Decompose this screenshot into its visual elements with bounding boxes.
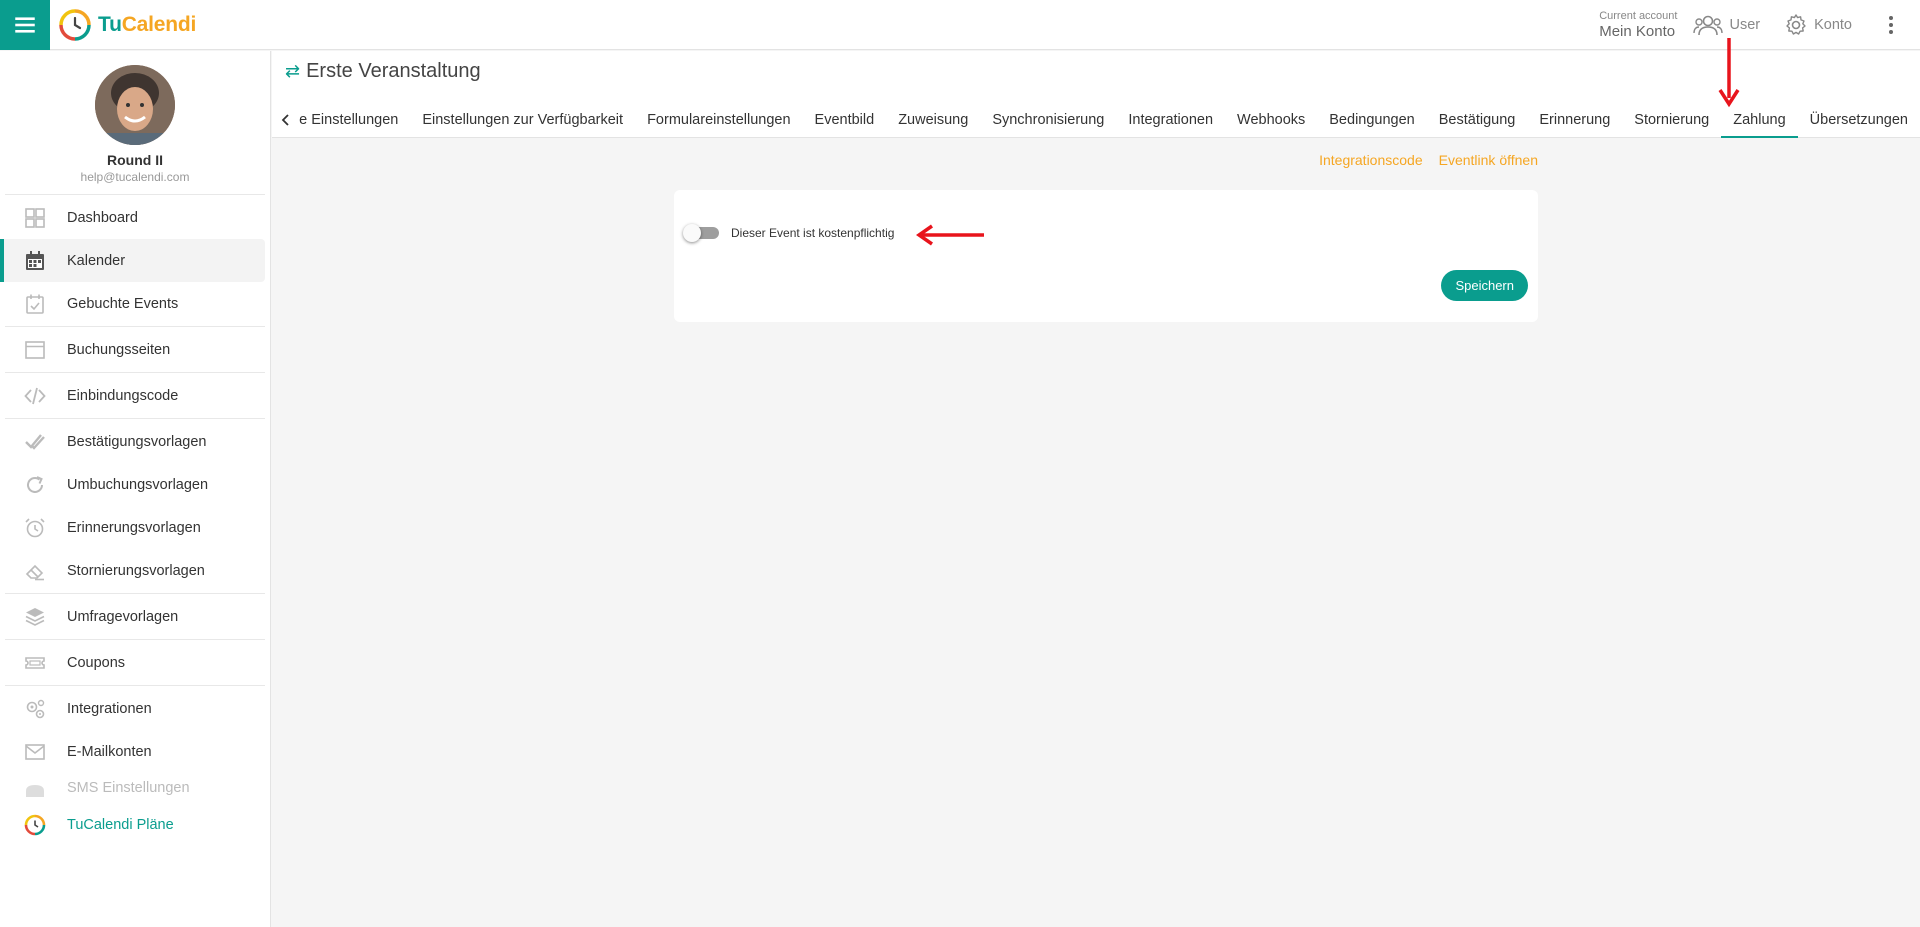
event-title: Erste Veranstaltung xyxy=(306,60,481,82)
top-bar: TuCalendi Current account Mein Konto Use… xyxy=(0,0,1920,50)
eventlink-oeffnen-link[interactable]: Eventlink öffnen xyxy=(1439,152,1538,168)
sidebar-item-label: Dashboard xyxy=(67,209,138,226)
gears-icon xyxy=(26,699,45,718)
sidebar-item-tucalendi-plaene[interactable]: TuCalendi Pläne xyxy=(0,803,270,846)
avatar[interactable] xyxy=(95,65,175,145)
tab-bedingungen[interactable]: Bedingungen xyxy=(1317,101,1426,138)
refresh-icon xyxy=(27,475,43,493)
event-links: Integrationscode Eventlink öffnen xyxy=(1303,152,1538,168)
tab-einstellungen[interactable]: e Einstellungen xyxy=(299,101,410,138)
sidebar-item-bestaetigungsvorlagen[interactable]: Bestätigungsvorlagen xyxy=(0,420,270,463)
page-title: ⇄ Erste Veranstaltung xyxy=(285,60,481,83)
sidebar-item-label: Coupons xyxy=(67,654,126,671)
payment-settings-card: Dieser Event ist kostenpflichtig Speiche… xyxy=(674,190,1538,322)
kebab-menu-icon xyxy=(1889,16,1893,34)
tab-synchronisierung[interactable]: Synchronisierung xyxy=(980,101,1116,138)
sms-icon xyxy=(26,785,44,797)
sidebar-item-integrationen[interactable]: Integrationen xyxy=(0,687,270,730)
sidebar-item-dashboard[interactable]: Dashboard xyxy=(0,196,270,239)
sidebar-item-coupons[interactable]: Coupons xyxy=(0,641,270,684)
sidebar-item-gebuchte-events[interactable]: Gebuchte Events xyxy=(0,282,270,325)
current-account-caption: Current account xyxy=(1599,10,1678,22)
sidebar-item-label: Umbuchungsvorlagen xyxy=(67,476,209,493)
code-icon xyxy=(24,387,46,404)
current-account-switcher[interactable]: Current account Mein Konto xyxy=(1599,10,1678,40)
sidebar-item-label: Gebuchte Events xyxy=(67,295,179,312)
sidebar-item-label: Erinnerungsvorlagen xyxy=(67,519,201,536)
profile-card: Round II help@tucalendi.com xyxy=(0,51,270,193)
sidebar-item-label: Integrationen xyxy=(67,700,152,717)
tab-erinnerung[interactable]: Erinnerung xyxy=(1527,101,1622,138)
sidebar-item-label: SMS Einstellungen xyxy=(67,780,190,796)
sidebar-nav: Dashboard Kalender Gebuchte Events Buchu… xyxy=(0,193,270,846)
avatar-photo-icon xyxy=(95,65,175,145)
tab-stornierung[interactable]: Stornierung xyxy=(1622,101,1721,138)
paid-event-toggle-label: Dieser Event ist kostenpflichtig xyxy=(731,226,895,240)
tabs-scroll-left-button[interactable] xyxy=(272,101,299,138)
user-menu-button[interactable]: User xyxy=(1693,14,1760,36)
hamburger-menu-button[interactable] xyxy=(0,0,50,50)
users-icon xyxy=(1693,15,1724,36)
tab-formulareinstellungen[interactable]: Formulareinstellungen xyxy=(635,101,802,138)
eraser-icon xyxy=(25,564,44,580)
sidebar-item-buchungsseiten[interactable]: Buchungsseiten xyxy=(0,328,270,371)
double-check-icon xyxy=(25,433,45,450)
paid-event-toggle[interactable] xyxy=(683,224,719,242)
hamburger-icon xyxy=(15,16,35,33)
tucalendi-logo-icon xyxy=(59,8,91,41)
tab-integrationen[interactable]: Integrationen xyxy=(1116,101,1225,138)
brand-logo[interactable]: TuCalendi xyxy=(58,8,196,42)
konto-menu-button[interactable]: Konto xyxy=(1784,13,1852,37)
save-button[interactable]: Speichern xyxy=(1441,270,1528,301)
alarm-clock-icon xyxy=(25,517,45,537)
tucalendi-logo-icon xyxy=(24,814,46,835)
sidebar-item-stornierungsvorlagen[interactable]: Stornierungsvorlagen xyxy=(0,549,270,592)
sidebar-item-umbuchungsvorlagen[interactable]: Umbuchungsvorlagen xyxy=(0,463,270,506)
tab-zahlung[interactable]: Zahlung xyxy=(1721,101,1799,138)
gear-icon xyxy=(1786,14,1806,35)
sidebar-item-label: Buchungsseiten xyxy=(67,341,171,358)
sidebar-item-sms-einstellungen[interactable]: SMS Einstellungen xyxy=(0,773,270,803)
more-options-button[interactable] xyxy=(1876,15,1906,35)
event-tabs: e Einstellungen Einstellungen zur Verfüg… xyxy=(272,101,1920,138)
swap-icon[interactable]: ⇄ xyxy=(285,61,300,82)
sidebar-item-label: Umfragevorlagen xyxy=(67,608,179,625)
ticket-icon xyxy=(25,656,45,669)
sidebar-item-kalender[interactable]: Kalender xyxy=(0,239,265,282)
sidebar: Round II help@tucalendi.com Dashboard Ka… xyxy=(0,51,271,927)
sidebar-item-label: Einbindungscode xyxy=(67,387,179,404)
brand-name: TuCalendi xyxy=(98,12,197,36)
tab-bestaetigung[interactable]: Bestätigung xyxy=(1427,101,1528,138)
sidebar-item-label: Kalender xyxy=(67,252,126,269)
tab-uebersetzungen[interactable]: Übersetzungen xyxy=(1798,101,1920,138)
integrationscode-link[interactable]: Integrationscode xyxy=(1319,152,1423,168)
browser-window-icon xyxy=(25,340,45,359)
sidebar-item-label: E-Mailkonten xyxy=(67,743,152,760)
sidebar-item-label: Bestätigungsvorlagen xyxy=(67,433,207,450)
dashboard-icon xyxy=(25,207,45,228)
tab-webhooks[interactable]: Webhooks xyxy=(1225,101,1317,138)
konto-label: Konto xyxy=(1814,17,1852,33)
sidebar-item-erinnerungsvorlagen[interactable]: Erinnerungsvorlagen xyxy=(0,506,270,549)
tab-verfuegbarkeit[interactable]: Einstellungen zur Verfügbarkeit xyxy=(410,101,635,138)
mail-icon xyxy=(25,743,45,760)
layers-icon xyxy=(25,607,45,626)
sidebar-item-e-mailkonten[interactable]: E-Mailkonten xyxy=(0,730,270,773)
user-label: User xyxy=(1729,17,1761,33)
chevron-left-icon xyxy=(281,113,289,126)
calendar-check-icon xyxy=(26,294,44,314)
event-header: ⇄ Erste Veranstaltung e Einstellungen Ei… xyxy=(272,51,1920,138)
tab-zuweisung[interactable]: Zuweisung xyxy=(886,101,980,138)
profile-name: Round II xyxy=(107,152,163,168)
calendar-icon xyxy=(26,250,44,270)
sidebar-item-umfragevorlagen[interactable]: Umfragevorlagen xyxy=(0,595,270,638)
sidebar-item-label: TuCalendi Pläne xyxy=(67,816,174,833)
current-account-name: Mein Konto xyxy=(1599,23,1676,40)
sidebar-item-einbindungscode[interactable]: Einbindungscode xyxy=(0,374,270,417)
tab-eventbild[interactable]: Eventbild xyxy=(803,101,887,138)
profile-email: help@tucalendi.com xyxy=(80,170,190,184)
sidebar-item-label: Stornierungsvorlagen xyxy=(67,562,205,579)
